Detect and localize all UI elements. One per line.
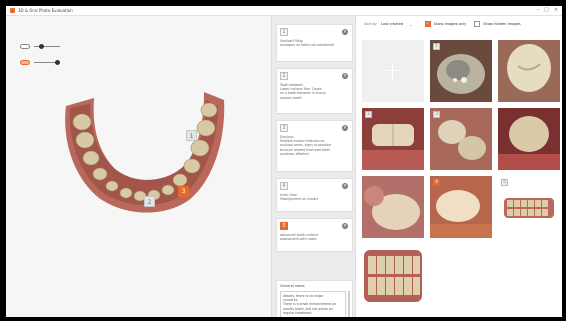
notes-panel: 1 × Shallow Filling Amalgam on tooth not…	[271, 16, 356, 317]
general-notes-panel: General notes Steady, there is no major …	[276, 280, 353, 317]
sort-dropdown[interactable]: Last created	[381, 22, 403, 26]
title-bar: 3D & Oral Photo Evaluation – □ ×	[6, 6, 562, 16]
texture-slider-knob[interactable]	[54, 60, 60, 65]
image-tile[interactable]	[362, 176, 424, 238]
note-text[interactable]: Shallow Filling Amalgam on tooth not men…	[280, 39, 349, 47]
note-text[interactable]: advanced tooth-surface assessment with n…	[280, 233, 349, 241]
note-number: 3	[280, 124, 288, 132]
image-badge: 5	[501, 179, 508, 186]
show-images-only-checkbox[interactable]: ✓	[424, 21, 431, 27]
note-card-3[interactable]: 3 × Erosions Multiple erosion features o…	[276, 120, 353, 172]
show-hidden-images-checkbox[interactable]	[474, 21, 481, 27]
texture-toggle-icon[interactable]	[20, 60, 30, 65]
note-delete-icon[interactable]: ×	[342, 183, 348, 189]
chevron-down-icon[interactable]: ⌄	[409, 22, 412, 27]
image-tile[interactable]: 5	[498, 176, 560, 238]
image-tile[interactable]	[498, 40, 560, 102]
note-text[interactable]: Inner Gear Misalignment on molars	[280, 193, 349, 201]
plus-icon	[392, 63, 393, 79]
minimize-icon[interactable]: –	[537, 8, 540, 13]
app-logo-icon	[10, 8, 15, 13]
note-card-4[interactable]: 4 × Inner Gear Misalignment on molars	[276, 178, 353, 212]
app-window: 3D & Oral Photo Evaluation – □ × 1 2 3 1…	[6, 6, 562, 317]
texture-tool	[20, 60, 60, 65]
opacity-slider[interactable]	[34, 44, 60, 49]
image-badge: 3	[433, 111, 440, 118]
opacity-slider-knob[interactable]	[39, 44, 45, 49]
window-title: 3D & Oral Photo Evaluation	[18, 8, 73, 13]
texture-slider[interactable]	[34, 60, 60, 65]
image-tile[interactable]: 2	[362, 108, 424, 170]
image-tile[interactable]	[362, 244, 424, 306]
image-tile[interactable]	[498, 108, 560, 170]
maximize-icon[interactable]: □	[544, 8, 549, 13]
tooth-marker-2[interactable]: 2	[144, 196, 155, 207]
general-notes-scrollbar[interactable]	[348, 291, 350, 317]
note-number: 1	[280, 28, 288, 36]
general-notes-textarea[interactable]: Steady, there is no major concerns. Ther…	[280, 291, 346, 317]
note-number: 4	[280, 182, 288, 190]
intraoral-photo	[362, 176, 424, 238]
scan-viewport[interactable]: 1 2 3	[6, 16, 271, 317]
note-number: 5	[280, 222, 288, 230]
scan-render	[362, 244, 424, 306]
window-controls: – □ ×	[537, 8, 558, 13]
intraoral-photo	[498, 40, 560, 102]
sort-label: Sort by	[364, 22, 377, 26]
image-badge: 1	[433, 43, 440, 50]
note-text[interactable]: Erosions Multiple erosion features on oc…	[280, 135, 349, 156]
opacity-tool	[20, 44, 60, 49]
note-delete-icon[interactable]: ×	[342, 223, 348, 229]
note-card-2[interactable]: 2 × Tooth between Lower incisors fine, C…	[276, 68, 353, 114]
note-delete-icon[interactable]: ×	[342, 73, 348, 79]
show-hidden-images-label: Show hidden images	[483, 22, 521, 26]
note-number: 2	[280, 72, 288, 80]
opacity-toggle-icon[interactable]	[20, 44, 30, 49]
note-text[interactable]: Tooth between Lower incisors fine, Crown…	[280, 83, 349, 100]
image-tile[interactable]: 4	[430, 176, 492, 238]
note-delete-icon[interactable]: ×	[342, 29, 348, 35]
images-panel: Sort by Last created ⌄ ✓ Show images onl…	[356, 16, 562, 317]
close-icon[interactable]: ×	[554, 8, 558, 13]
intraoral-photo	[498, 108, 560, 170]
image-tile[interactable]: 1	[430, 40, 492, 102]
note-card-1[interactable]: 1 × Shallow Filling Amalgam on tooth not…	[276, 24, 353, 62]
tooth-marker-1[interactable]: 1	[186, 130, 197, 141]
show-images-only-label: Show images only	[433, 22, 467, 26]
note-card-5[interactable]: 5 × advanced tooth-surface assessment wi…	[276, 218, 353, 252]
general-notes-title: General notes	[280, 284, 305, 288]
plus-icon	[385, 70, 401, 71]
image-badge: 4	[433, 179, 440, 186]
image-badge: 2	[365, 111, 372, 118]
images-toolbar: Sort by Last created ⌄ ✓ Show images onl…	[356, 16, 562, 32]
note-delete-icon[interactable]: ×	[342, 125, 348, 131]
tooth-marker-3[interactable]: 3	[178, 186, 189, 197]
image-tile[interactable]: 3	[430, 108, 492, 170]
add-image-button[interactable]	[362, 40, 424, 102]
